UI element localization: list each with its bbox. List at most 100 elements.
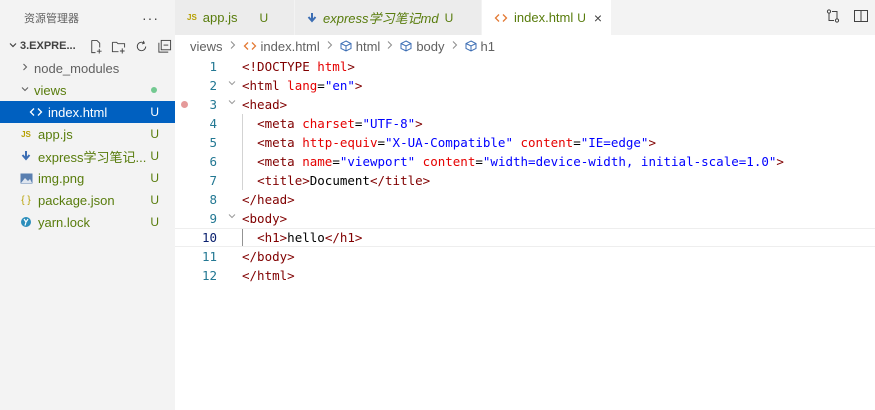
breadcrumb-label: html [355, 38, 381, 54]
breadcrumb-views[interactable]: views [190, 39, 223, 54]
collapse-all-icon[interactable] [157, 39, 172, 54]
code-line: 1 <!DOCTYPE html> [175, 57, 875, 76]
yarn-file-icon [18, 216, 34, 228]
chevron-right-icon [386, 40, 394, 53]
tab-label: index.html [514, 10, 574, 25]
chevron-down-icon [20, 84, 34, 97]
code-line: 11 </body> [175, 247, 875, 266]
line-number: 10 [201, 230, 217, 245]
line-number: 3 [209, 97, 217, 112]
split-editor-icon[interactable] [853, 8, 869, 27]
breadcrumb-label: index.html [260, 38, 320, 54]
markdown-file-icon [18, 150, 34, 162]
json-file-icon: { } [21, 194, 31, 206]
editor-tabs: JS app.js U express学习笔记md U index.html U… [175, 0, 875, 35]
code-text: </head> [242, 192, 295, 207]
code-text: <h1>hello</h1> [257, 230, 363, 245]
tree-item-label: package.json [38, 192, 115, 208]
code-editor[interactable]: 1 <!DOCTYPE html> 2 <html lang="en"> 3 <… [175, 57, 875, 410]
more-actions-icon[interactable]: ··· [142, 10, 159, 26]
untracked-badge: U [150, 215, 159, 229]
breadcrumb-label: body [416, 38, 445, 54]
js-file-icon: JS [187, 13, 197, 22]
breadcrumb-body[interactable]: body [400, 38, 445, 54]
chevron-right-icon [326, 40, 334, 53]
tree-item-label: express学习笔记... [38, 149, 147, 165]
untracked-badge: U [150, 193, 159, 207]
breadcrumb-label: h1 [480, 38, 495, 54]
tree-item-views[interactable]: views [0, 79, 175, 101]
tree-item-label: views [34, 82, 67, 98]
html-file-icon [494, 12, 508, 24]
tree-item-yarn-lock[interactable]: yarn.lock U [0, 211, 175, 233]
code-line: 6 <meta name="viewport" content="width=d… [175, 152, 875, 171]
code-text: <meta http-equiv="X-UA-Compatible" conte… [257, 135, 656, 150]
new-folder-icon[interactable] [111, 39, 126, 54]
code-line: 3 <head> [175, 95, 875, 114]
explorer-title: 资源管理器 [24, 12, 79, 25]
line-number: 1 [209, 59, 217, 74]
code-text: <!DOCTYPE html> [242, 59, 355, 74]
code-line-current: 10 <h1>hello</h1> [175, 228, 875, 247]
code-line: 8 </head> [175, 190, 875, 209]
tree-item-app-js[interactable]: JS app.js U [0, 123, 175, 145]
code-text: <head> [242, 97, 288, 112]
line-number: 11 [201, 249, 217, 264]
tab-app-js[interactable]: JS app.js U [175, 0, 295, 35]
tree-item-label: yarn.lock [38, 214, 91, 230]
tree-item-express-notes[interactable]: express学习笔记... U [0, 145, 175, 167]
workspace-folder[interactable]: 3.EXPRE... [0, 35, 175, 57]
markdown-file-icon [307, 12, 317, 24]
untracked-badge: U [444, 10, 454, 25]
element-icon [340, 40, 352, 52]
tree-item-img-png[interactable]: img.png U [0, 167, 175, 189]
line-number: 5 [209, 135, 217, 150]
tree-item-label: node_modules [34, 60, 120, 76]
chevron-down-icon[interactable] [8, 40, 20, 52]
code-line: 5 <meta http-equiv="X-UA-Compatible" con… [175, 133, 875, 152]
close-icon[interactable]: × [594, 10, 602, 26]
code-text: <body> [242, 211, 288, 226]
line-number: 8 [209, 192, 217, 207]
fold-chevron-icon[interactable] [225, 76, 239, 95]
code-text: <html lang="en"> [242, 78, 363, 93]
tab-label: app.js [202, 10, 238, 25]
js-file-icon: JS [21, 129, 31, 139]
breadcrumb-h1[interactable]: h1 [465, 39, 495, 54]
chevron-right-icon [229, 40, 237, 53]
code-line: 9 <body> [175, 209, 875, 228]
tree-item-package-json[interactable]: { } package.json U [0, 189, 175, 211]
fold-chevron-icon[interactable] [225, 209, 239, 228]
tree-item-index-html[interactable]: index.html U [0, 101, 175, 123]
open-changes-icon[interactable] [825, 8, 841, 27]
fold-chevron-icon[interactable] [225, 95, 239, 114]
tree-item-node-modules[interactable]: node_modules [0, 57, 175, 79]
line-number: 12 [201, 268, 217, 283]
breadcrumb: views index.html html body h1 [175, 35, 875, 57]
code-text: </html> [242, 268, 295, 283]
code-text: </body> [242, 249, 295, 264]
new-file-icon[interactable] [88, 39, 103, 54]
modified-dot-icon [151, 87, 157, 93]
breadcrumb-html[interactable]: html [340, 38, 381, 54]
tree-item-label: app.js [38, 126, 73, 142]
untracked-badge: U [259, 10, 269, 25]
code-line: 12 </html> [175, 266, 875, 285]
element-icon [400, 40, 412, 52]
refresh-icon[interactable] [134, 39, 149, 54]
tab-index-html[interactable]: index.html U × [482, 0, 612, 35]
untracked-badge: U [577, 10, 586, 25]
untracked-badge: U [150, 105, 159, 119]
breadcrumb-index-html[interactable]: index.html [243, 39, 320, 54]
code-line: 7 <title>Document</title> [175, 171, 875, 190]
explorer-header: 资源管理器 ··· [0, 0, 175, 35]
tab-express-notes[interactable]: express学习笔记md U [295, 0, 482, 35]
code-text: <meta name="viewport" content="width=dev… [257, 154, 784, 169]
tree-item-label: img.png [38, 170, 85, 186]
file-tree: node_modules views index.html U JS app.j… [0, 57, 175, 233]
line-number: 9 [209, 211, 217, 226]
code-line: 4 <meta charset="UTF-8"> [175, 114, 875, 133]
explorer-sidebar: 资源管理器 ··· 3.EXPRE... node_modules views … [0, 0, 175, 410]
chevron-right-icon [451, 40, 459, 53]
line-number: 7 [209, 173, 217, 188]
